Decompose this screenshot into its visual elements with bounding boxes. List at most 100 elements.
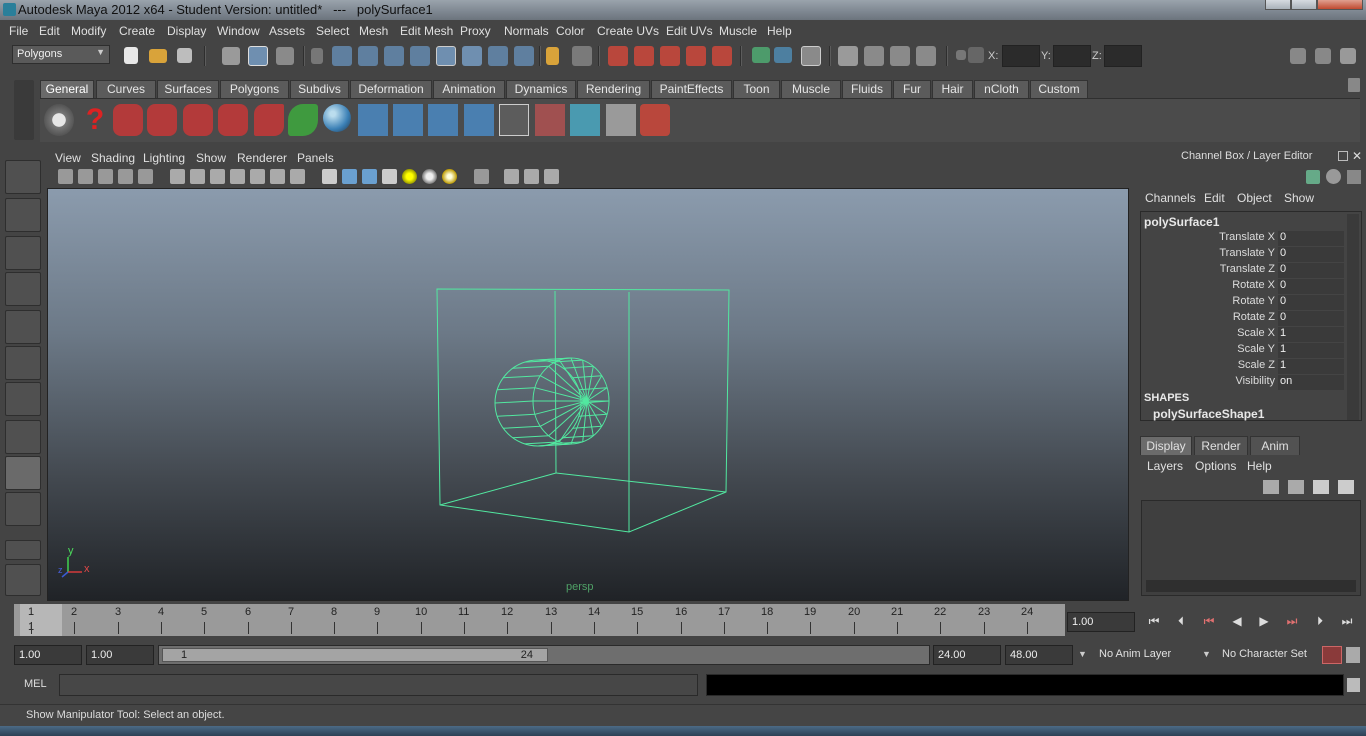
go-to-end-icon[interactable]: ⏭ (1338, 614, 1356, 630)
go-to-start-icon[interactable]: ⏮ (1145, 614, 1163, 630)
xray-joints-icon[interactable] (544, 169, 559, 184)
new-empty-layer-icon[interactable] (1313, 480, 1329, 494)
select-deformations-icon[interactable] (436, 46, 456, 66)
channel-row[interactable]: Visibility on (1141, 374, 1345, 390)
menu-create-uvs[interactable]: Create UVs (597, 24, 659, 38)
film-gate-icon[interactable] (190, 169, 205, 184)
range-slider[interactable]: 1 24 (158, 645, 930, 665)
joint-tool-icon[interactable] (358, 104, 388, 136)
x-field[interactable] (1002, 45, 1040, 67)
channel-label[interactable]: Rotate Y (1232, 295, 1275, 307)
paint-select-tool-icon[interactable] (5, 236, 41, 270)
play-forwards-icon[interactable]: ▶ (1255, 614, 1273, 630)
hypershade-icon[interactable] (916, 46, 936, 66)
input-line-mode-icon[interactable] (956, 50, 966, 60)
shelf-tab-subdivs[interactable]: Subdivs (290, 80, 349, 98)
lasso-tool-icon[interactable] (5, 198, 41, 232)
move-layer-down-icon[interactable] (1288, 480, 1304, 494)
shelf-tab-custom[interactable]: Custom (1030, 80, 1088, 98)
channel-row[interactable]: Scale X1 (1141, 326, 1345, 342)
lock-selection-icon[interactable] (546, 47, 559, 65)
camera-tumble-icon[interactable] (113, 104, 143, 136)
channel-value-field[interactable]: 0 (1278, 295, 1344, 310)
select-misc-icon[interactable] (514, 46, 534, 66)
menu-edit[interactable]: Edit (39, 24, 60, 38)
camera-zoom-icon[interactable] (218, 104, 248, 136)
universal-manipulator-icon[interactable] (5, 382, 41, 416)
menu-display[interactable]: Display (167, 24, 206, 38)
panel-menu-lighting[interactable]: Lighting (143, 151, 185, 165)
float-panel-icon[interactable] (1338, 151, 1348, 161)
select-by-hierarchy-icon[interactable] (222, 47, 240, 65)
cb-menu-show[interactable]: Show (1284, 191, 1314, 205)
xray-active-components-icon[interactable] (524, 169, 539, 184)
smooth-shade-icon[interactable] (342, 169, 357, 184)
step-forward-frame-icon[interactable]: ⏵ (1311, 614, 1329, 630)
channel-value-field[interactable]: 0 (1278, 279, 1344, 294)
playback-end-field[interactable]: 24.00 (933, 645, 1001, 665)
play-backwards-icon[interactable]: ◀ (1228, 614, 1246, 630)
channel-label[interactable]: Scale X (1237, 327, 1275, 339)
playback-start-field[interactable]: 1.00 (86, 645, 154, 665)
field-chart-icon[interactable] (250, 169, 265, 184)
panel-menu-renderer[interactable]: Renderer (237, 151, 287, 165)
select-rendering-icon[interactable] (488, 46, 508, 66)
make-live-icon[interactable] (712, 46, 732, 66)
shelf-tab-animation[interactable]: Animation (433, 80, 505, 98)
object-name[interactable]: polySurface1 (1144, 215, 1219, 229)
sphere-icon[interactable] (323, 104, 351, 132)
menu-help[interactable]: Help (767, 24, 792, 38)
maximize-button[interactable] (1291, 0, 1317, 10)
paint-select-icon[interactable] (254, 104, 284, 136)
grease-pencil-icon[interactable] (138, 169, 153, 184)
cb-menu-edit[interactable]: Edit (1204, 191, 1225, 205)
channel-value-field[interactable]: on (1278, 375, 1344, 390)
camera-attributes-icon[interactable] (78, 169, 93, 184)
shading-group-icon[interactable] (570, 104, 600, 136)
menu-normals[interactable]: Normals (504, 24, 549, 38)
tab-anim[interactable]: Anim (1250, 436, 1300, 455)
select-surfaces-icon[interactable] (410, 46, 430, 66)
camera-dolly-icon[interactable] (183, 104, 213, 136)
camera-track-icon[interactable] (147, 104, 177, 136)
shelf-tab-dynamics[interactable]: Dynamics (506, 80, 576, 98)
high-quality-icon[interactable] (442, 169, 457, 184)
channel-value-field[interactable]: 1 (1278, 359, 1344, 374)
construction-history-icon[interactable] (774, 47, 792, 63)
time-slider[interactable]: 1 12345678910111213141516171819202122232… (14, 604, 1065, 636)
ik-handle-icon[interactable] (393, 104, 423, 136)
wireframe-icon[interactable] (322, 169, 337, 184)
chevron-down-icon[interactable]: ▼ (1202, 649, 1211, 659)
channel-box-toggle-icon[interactable] (1340, 48, 1356, 64)
layer-list[interactable] (1141, 500, 1361, 596)
snap-to-grids-icon[interactable] (608, 46, 628, 66)
channel-row[interactable]: Translate X0 (1141, 230, 1345, 246)
attribute-editor-icon[interactable] (1326, 169, 1341, 184)
close-button[interactable] (1317, 0, 1363, 10)
channel-label[interactable]: Scale Z (1238, 359, 1275, 371)
isolate-select-icon[interactable] (474, 169, 489, 184)
shelf-tab-painteffects[interactable]: PaintEffects (651, 80, 732, 98)
step-forward-key-icon[interactable]: ⏭ (1283, 614, 1301, 630)
channel-row[interactable]: Translate Z0 (1141, 262, 1345, 278)
shelf-tab-toon[interactable]: Toon (733, 80, 780, 98)
menu-modify[interactable]: Modify (71, 24, 106, 38)
snap-to-points-icon[interactable] (660, 46, 680, 66)
select-dynamics-icon[interactable] (462, 46, 482, 66)
z-field[interactable] (1104, 45, 1142, 67)
channel-label[interactable]: Translate X (1219, 231, 1275, 243)
absolute-transform-icon[interactable] (968, 47, 984, 63)
hypergraph-icon[interactable] (535, 104, 565, 136)
render-current-frame-icon[interactable] (838, 46, 858, 66)
menu-create[interactable]: Create (119, 24, 155, 38)
y-field[interactable] (1053, 45, 1091, 67)
shelf-tab-fluids[interactable]: Fluids (842, 80, 892, 98)
snap-to-view-planes-icon[interactable] (686, 46, 706, 66)
move-tool-icon[interactable] (5, 272, 41, 306)
shelf-tab-rendering[interactable]: Rendering (577, 80, 650, 98)
menu-window[interactable]: Window (217, 24, 260, 38)
channel-row[interactable]: Rotate Z0 (1141, 310, 1345, 326)
select-handles-icon[interactable] (332, 46, 352, 66)
soft-modification-icon[interactable] (5, 420, 41, 454)
step-back-key-icon[interactable]: ⏮ (1200, 614, 1218, 630)
